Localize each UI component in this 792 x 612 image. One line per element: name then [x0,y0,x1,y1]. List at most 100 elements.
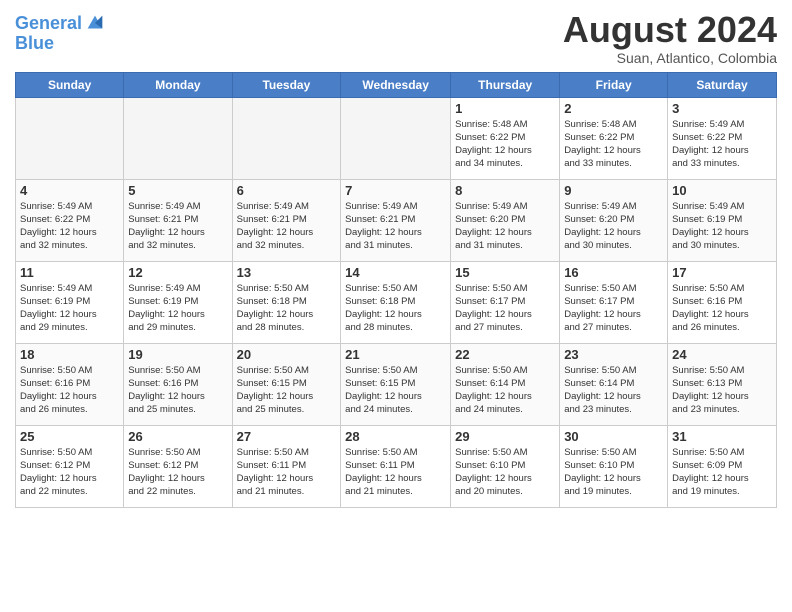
day-number: 15 [455,265,555,280]
day-info: Sunrise: 5:50 AM Sunset: 6:16 PM Dayligh… [672,282,772,335]
day-info: Sunrise: 5:50 AM Sunset: 6:14 PM Dayligh… [455,364,555,417]
calendar-cell: 15 Sunrise: 5:50 AM Sunset: 6:17 PM Dayli… [451,261,560,343]
day-info: Sunrise: 5:49 AM Sunset: 6:19 PM Dayligh… [20,282,119,335]
weekday-header: Friday [560,72,668,97]
day-number: 28 [345,429,446,444]
calendar-cell: 11 Sunrise: 5:49 AM Sunset: 6:19 PM Dayli… [16,261,124,343]
day-number: 8 [455,183,555,198]
day-info: Sunrise: 5:50 AM Sunset: 6:18 PM Dayligh… [237,282,337,335]
day-number: 24 [672,347,772,362]
weekday-header: Sunday [16,72,124,97]
calendar-cell: 4 Sunrise: 5:49 AM Sunset: 6:22 PM Daylig… [16,179,124,261]
day-number: 16 [564,265,663,280]
calendar-cell: 31Sunrise: 5:50 AM Sunset: 6:09 PM Dayli… [668,425,777,507]
weekday-header: Saturday [668,72,777,97]
calendar-cell: 22Sunrise: 5:50 AM Sunset: 6:14 PM Dayli… [451,343,560,425]
logo-text: General [15,14,82,34]
day-number: 21 [345,347,446,362]
calendar-cell: 26 Sunrise: 5:50 AM Sunset: 6:12 PM Dayli… [124,425,232,507]
calendar-cell: 29 Sunrise: 5:50 AM Sunset: 6:10 PM Dayli… [451,425,560,507]
calendar-cell: 3 Sunrise: 5:49 AM Sunset: 6:22 PM Daylig… [668,97,777,179]
day-info: Sunrise: 5:50 AM Sunset: 6:17 PM Dayligh… [564,282,663,335]
calendar-cell: 30Sunrise: 5:50 AM Sunset: 6:10 PM Dayli… [560,425,668,507]
calendar-table: SundayMondayTuesdayWednesdayThursdayFrid… [15,72,777,508]
day-info: Sunrise: 5:50 AM Sunset: 6:10 PM Dayligh… [564,446,663,499]
day-info: Sunrise: 5:49 AM Sunset: 6:22 PM Dayligh… [20,200,119,253]
day-info: Sunrise: 5:50 AM Sunset: 6:11 PM Dayligh… [345,446,446,499]
calendar-cell: 21Sunrise: 5:50 AM Sunset: 6:15 PM Dayli… [341,343,451,425]
day-info: Sunrise: 5:48 AM Sunset: 6:22 PM Dayligh… [564,118,663,171]
calendar-cell: 25Sunrise: 5:50 AM Sunset: 6:12 PM Dayli… [16,425,124,507]
calendar-cell: 14 Sunrise: 5:50 AM Sunset: 6:18 PM Dayli… [341,261,451,343]
calendar-cell [341,97,451,179]
calendar-cell: 18 Sunrise: 5:50 AM Sunset: 6:16 PM Dayli… [16,343,124,425]
calendar-week-row: 25 Sunrise: 5:50 AM Sunset: 6:12 PM Dayli… [16,425,777,507]
day-number: 5 [128,183,227,198]
day-info: Sunrise: 5:50 AM Sunset: 6:15 PM Dayligh… [237,364,337,417]
weekday-header: Wednesday [341,72,451,97]
day-number: 3 [672,101,772,116]
calendar-cell: 20 Sunrise: 5:50 AM Sunset: 6:15 PM Dayli… [232,343,341,425]
day-info: Sunrise: 5:50 AM Sunset: 6:17 PM Dayligh… [455,282,555,335]
calendar-cell: 24 Sunrise: 5:50 AM Sunset: 6:13 PM Dayli… [668,343,777,425]
logo-icon [84,12,106,34]
calendar-cell: 1 Sunrise: 5:48 AM Sunset: 6:22 PM Daylig… [451,97,560,179]
calendar-cell [16,97,124,179]
day-info: Sunrise: 5:50 AM Sunset: 6:18 PM Dayligh… [345,282,446,335]
day-info: Sunrise: 5:48 AM Sunset: 6:22 PM Dayligh… [455,118,555,171]
day-number: 1 [455,101,555,116]
day-info: Sunrise: 5:49 AM Sunset: 6:20 PM Dayligh… [564,200,663,253]
day-info: Sunrise: 5:49 AM Sunset: 6:21 PM Dayligh… [237,200,337,253]
weekday-header: Thursday [451,72,560,97]
day-number: 10 [672,183,772,198]
day-info: Sunrise: 5:49 AM Sunset: 6:22 PM Dayligh… [672,118,772,171]
calendar-week-row: 18 Sunrise: 5:50 AM Sunset: 6:16 PM Dayli… [16,343,777,425]
calendar-cell [124,97,232,179]
day-info: Sunrise: 5:50 AM Sunset: 6:10 PM Dayligh… [455,446,555,499]
day-number: 31 [672,429,772,444]
calendar-cell: 16 Sunrise: 5:50 AM Sunset: 6:17 PM Dayli… [560,261,668,343]
logo: General Blue [15,14,106,54]
day-info: Sunrise: 5:49 AM Sunset: 6:21 PM Dayligh… [345,200,446,253]
calendar-cell: 10 Sunrise: 5:49 AM Sunset: 6:19 PM Dayli… [668,179,777,261]
header: General Blue August 2024 Suan, Atlantico… [15,10,777,66]
calendar-week-row: 4 Sunrise: 5:49 AM Sunset: 6:22 PM Daylig… [16,179,777,261]
day-number: 4 [20,183,119,198]
weekday-header: Tuesday [232,72,341,97]
calendar-cell: 19Sunrise: 5:50 AM Sunset: 6:16 PM Dayli… [124,343,232,425]
day-info: Sunrise: 5:50 AM Sunset: 6:13 PM Dayligh… [672,364,772,417]
day-info: Sunrise: 5:50 AM Sunset: 6:16 PM Dayligh… [20,364,119,417]
calendar-cell: 17Sunrise: 5:50 AM Sunset: 6:16 PM Dayli… [668,261,777,343]
calendar-cell: 9 Sunrise: 5:49 AM Sunset: 6:20 PM Daylig… [560,179,668,261]
calendar-cell: 28 Sunrise: 5:50 AM Sunset: 6:11 PM Dayli… [341,425,451,507]
day-number: 20 [237,347,337,362]
title-block: August 2024 Suan, Atlantico, Colombia [563,10,777,66]
calendar-header-row: SundayMondayTuesdayWednesdayThursdayFrid… [16,72,777,97]
day-number: 29 [455,429,555,444]
calendar-cell: 2 Sunrise: 5:48 AM Sunset: 6:22 PM Daylig… [560,97,668,179]
calendar-cell: 8Sunrise: 5:49 AM Sunset: 6:20 PM Daylig… [451,179,560,261]
day-info: Sunrise: 5:50 AM Sunset: 6:16 PM Dayligh… [128,364,227,417]
day-number: 7 [345,183,446,198]
logo-subtext: Blue [15,34,106,54]
day-number: 2 [564,101,663,116]
calendar-cell: 23Sunrise: 5:50 AM Sunset: 6:14 PM Dayli… [560,343,668,425]
day-info: Sunrise: 5:50 AM Sunset: 6:12 PM Dayligh… [128,446,227,499]
day-number: 9 [564,183,663,198]
day-number: 12 [128,265,227,280]
calendar-cell: 12Sunrise: 5:49 AM Sunset: 6:19 PM Dayli… [124,261,232,343]
day-info: Sunrise: 5:50 AM Sunset: 6:11 PM Dayligh… [237,446,337,499]
day-number: 11 [20,265,119,280]
day-number: 6 [237,183,337,198]
calendar-cell [232,97,341,179]
day-info: Sunrise: 5:49 AM Sunset: 6:19 PM Dayligh… [672,200,772,253]
day-number: 26 [128,429,227,444]
day-number: 13 [237,265,337,280]
day-number: 18 [20,347,119,362]
calendar-cell: 7 Sunrise: 5:49 AM Sunset: 6:21 PM Daylig… [341,179,451,261]
day-number: 14 [345,265,446,280]
calendar-cell: 13 Sunrise: 5:50 AM Sunset: 6:18 PM Dayli… [232,261,341,343]
day-number: 25 [20,429,119,444]
month-year: August 2024 [563,10,777,50]
weekday-header: Monday [124,72,232,97]
